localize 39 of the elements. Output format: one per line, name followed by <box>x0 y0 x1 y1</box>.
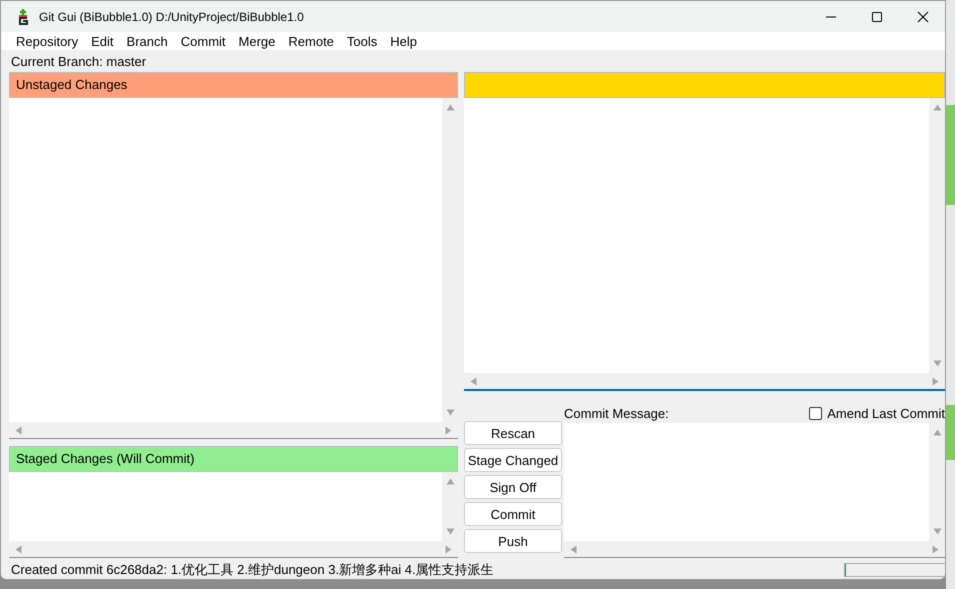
scroll-up-icon[interactable] <box>446 477 454 486</box>
scroll-down-icon[interactable] <box>446 527 454 536</box>
git-logo-icon <box>16 8 30 24</box>
menu-item[interactable]: Merge <box>238 34 276 48</box>
menu-item[interactable]: Remote <box>288 34 334 48</box>
action-button[interactable]: Push <box>464 529 562 553</box>
current-branch-label: Current Branch: master <box>10 53 148 71</box>
scroll-right-icon[interactable] <box>444 544 453 554</box>
scroll-left-icon[interactable] <box>569 544 578 554</box>
menu-item[interactable]: Edit <box>91 34 114 48</box>
close-icon[interactable] <box>917 10 929 22</box>
status-message: Created commit 6c268da2: 1.优化工具 2.维护dungeon 3.新增多种ai 4.属性支持派生 <box>11 561 494 579</box>
scroll-left-icon[interactable] <box>14 426 23 434</box>
scroll-left-icon[interactable] <box>14 544 23 554</box>
scroll-left-icon[interactable] <box>469 376 478 386</box>
pane-header: Staged Changes (Will Commit) <box>9 446 458 472</box>
window-title: Git Gui (BiBubble1.0) D:/UnityProject/BiBubble1.0 <box>39 10 304 24</box>
menu-item[interactable]: Commit <box>180 34 226 48</box>
scroll-right-icon[interactable] <box>931 376 940 386</box>
scroll-right-icon[interactable] <box>931 544 940 554</box>
action-button[interactable]: Commit <box>464 502 562 526</box>
amend-checkbox[interactable]: Amend Last Commit <box>809 406 945 420</box>
scroll-down-icon[interactable] <box>932 359 942 368</box>
menu-item[interactable]: Tools <box>346 34 378 48</box>
scroll-up-icon[interactable] <box>932 103 942 112</box>
scroll-up-icon[interactable] <box>446 103 454 112</box>
action-button[interactable]: Stage Changed <box>464 448 562 472</box>
scroll-up-icon[interactable] <box>932 428 942 437</box>
menu-item[interactable]: Help <box>390 34 418 48</box>
commit-message-label: Commit Message: <box>564 406 669 420</box>
scroll-right-icon[interactable] <box>444 426 453 434</box>
pane-header: Unstaged Changes <box>9 72 458 98</box>
scroll-down-icon[interactable] <box>446 408 454 417</box>
scroll-down-icon[interactable] <box>932 527 942 536</box>
menu-item[interactable]: Repository <box>16 34 78 48</box>
maximize-icon[interactable] <box>871 10 883 22</box>
action-button[interactable]: Rescan <box>464 421 562 445</box>
action-button[interactable]: Sign Off <box>464 475 562 499</box>
menu-item[interactable]: Branch <box>126 34 168 48</box>
